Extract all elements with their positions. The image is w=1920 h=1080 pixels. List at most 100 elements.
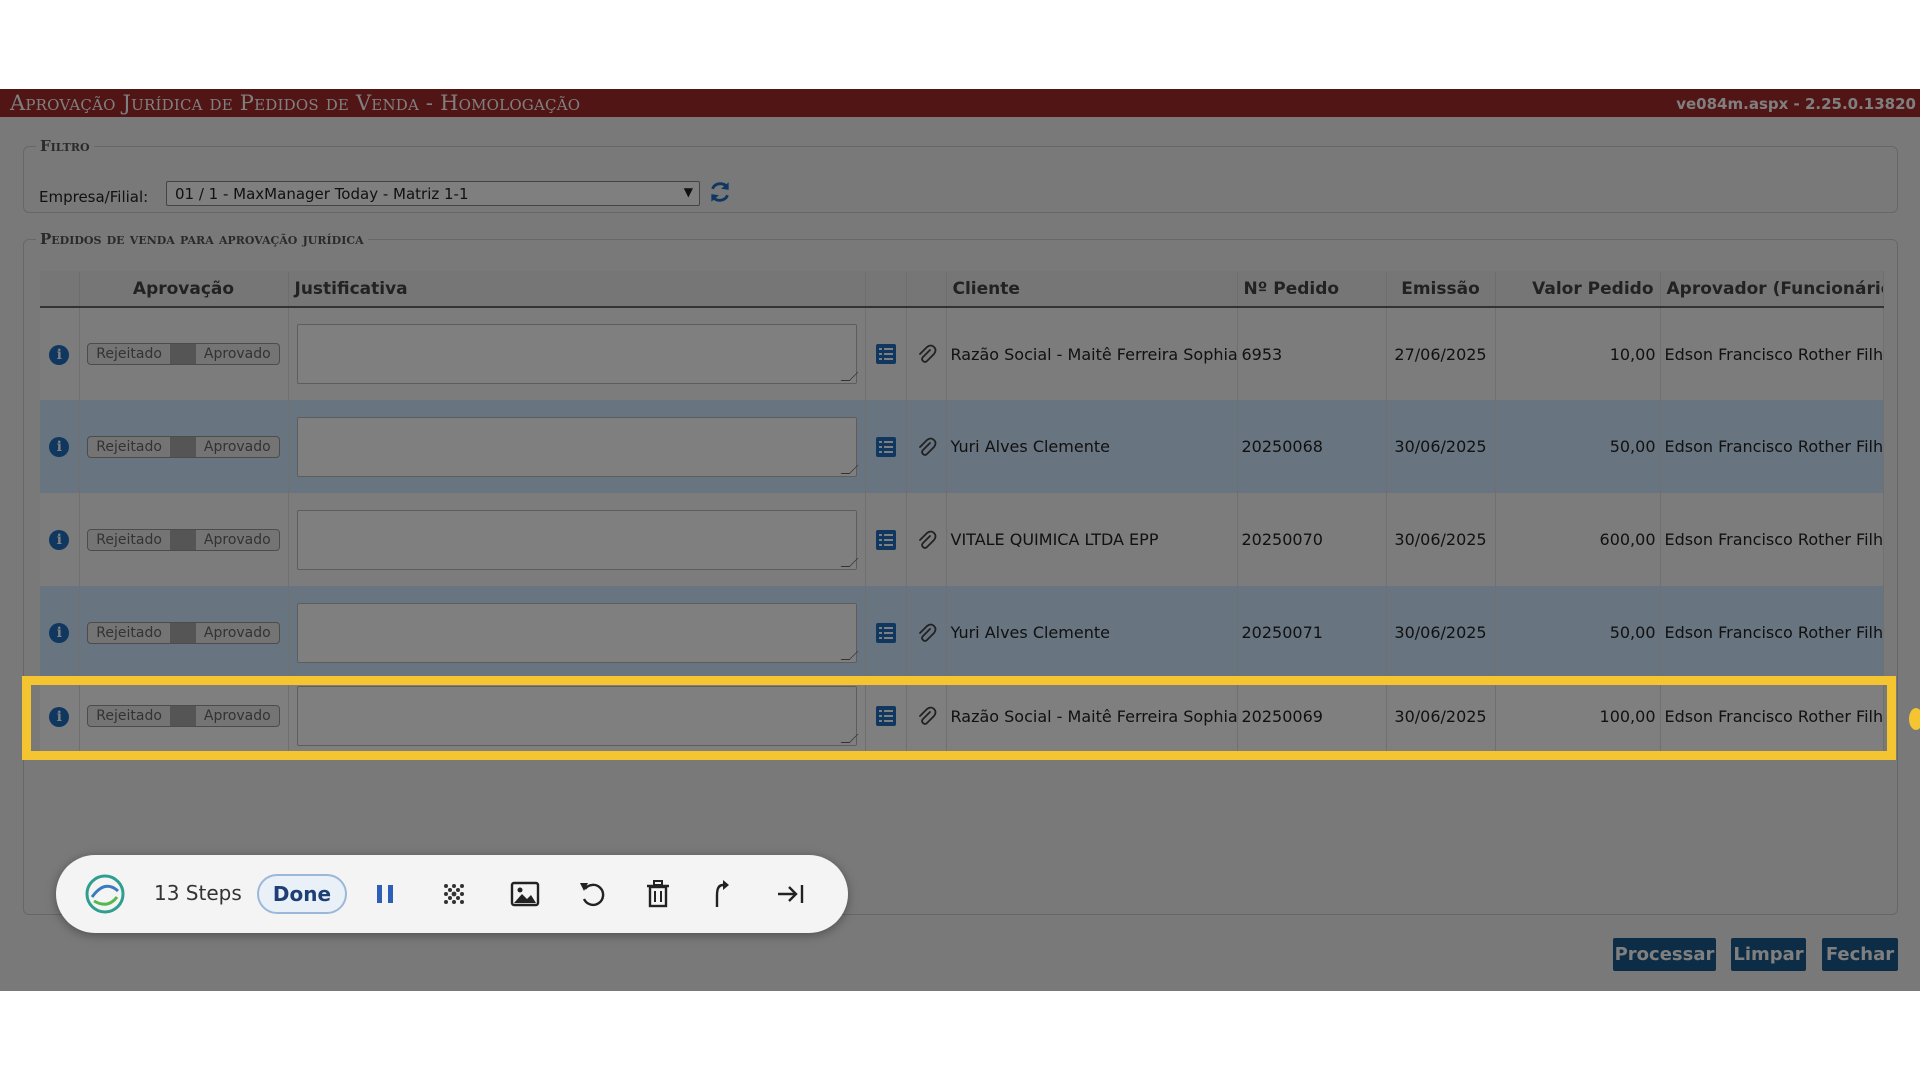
toggle-rejeitado[interactable]: Rejeitado [88, 344, 170, 364]
aprovador-cell: Edson Francisco Rother Filho [1660, 586, 1884, 679]
pedido-cell: 20250070 [1237, 493, 1387, 586]
image-icon[interactable] [508, 877, 542, 911]
emissao-cell: 30/06/2025 [1386, 493, 1496, 586]
attach-cell [906, 307, 947, 400]
aprovador-cell: Edson Francisco Rother Filho [1660, 400, 1884, 493]
justificativa-cell [288, 400, 866, 493]
empresa-select[interactable]: 01 / 1 - MaxManager Today - Matriz 1-1 ▼ [166, 181, 700, 206]
pedido-cell: 6953 [1237, 307, 1387, 400]
emissao-cell: 30/06/2025 [1386, 586, 1496, 679]
col-emissao[interactable]: Emissão [1386, 271, 1496, 308]
attach-cell [906, 493, 947, 586]
info-icon[interactable]: i [49, 344, 70, 365]
toggle-knob[interactable] [169, 622, 196, 643]
attach-cell [906, 400, 947, 493]
aprovacao-cell: Rejeitado Aprovado [79, 400, 289, 493]
col-aprovador[interactable]: Aprovador (Funcionário) [1660, 271, 1884, 308]
cursor-indicator [1909, 708, 1920, 730]
refresh-icon[interactable] [707, 179, 733, 205]
orders-legend: Pedidos de venda para aprovação jurídica [40, 230, 364, 248]
info-icon[interactable]: i [49, 530, 70, 550]
table-row[interactable]: i Rejeitado Aprovado Razão Social - Maitê F… [40, 307, 1884, 400]
approval-toggle[interactable]: Rejeitado Aprovado [87, 528, 280, 551]
col-justificativa[interactable]: Justificativa [288, 271, 866, 308]
table-row[interactable]: i Rejeitado Aprovado Yuri Alves Clemente 202… [40, 400, 1884, 493]
toggle-aprovado[interactable]: Aprovado [196, 437, 279, 457]
toggle-knob[interactable] [169, 529, 196, 550]
toggle-knob[interactable] [169, 344, 196, 364]
approval-toggle[interactable]: Rejeitado Aprovado [87, 621, 280, 644]
orders-panel: Pedidos de venda para aprovação jurídica… [23, 230, 1898, 915]
list-icon[interactable] [875, 436, 897, 457]
justificativa-cell [288, 493, 866, 586]
justificativa-textarea[interactable] [296, 324, 857, 384]
blur-icon[interactable] [437, 877, 471, 911]
toggle-aprovado[interactable]: Aprovado [196, 530, 279, 550]
col-valor[interactable]: Valor Pedido [1495, 271, 1661, 308]
aprovacao-cell: Rejeitado Aprovado [79, 307, 289, 400]
cliente-cell: Razão Social - Maitê Ferreira Sophia [946, 307, 1238, 400]
fechar-button[interactable]: Fechar [1822, 938, 1898, 971]
info-cell: i [40, 400, 80, 493]
undo-icon[interactable] [576, 877, 610, 911]
toggle-rejeitado[interactable]: Rejeitado [88, 623, 170, 643]
toggle-rejeitado[interactable]: Rejeitado [88, 530, 170, 550]
valor-cell: 10,00 [1495, 307, 1661, 400]
limpar-button[interactable]: Limpar [1731, 938, 1806, 971]
paperclip-icon[interactable] [915, 344, 937, 363]
pedido-cell: 20250071 [1237, 586, 1387, 679]
info-icon[interactable]: i [49, 437, 70, 457]
aprovador-cell: Edson Francisco Rother Filho [1660, 493, 1884, 586]
filter-legend: Filtro [40, 137, 90, 155]
paperclip-icon[interactable] [915, 529, 937, 549]
valor-cell: 50,00 [1495, 586, 1661, 679]
list-cell [865, 307, 907, 400]
valor-cell: 600,00 [1495, 493, 1661, 586]
filter-panel: Filtro Empresa/Filial: 01 / 1 - MaxManag… [23, 137, 1898, 213]
share-icon[interactable] [705, 877, 739, 911]
toggle-knob[interactable] [169, 436, 196, 457]
toggle-aprovado[interactable]: Aprovado [196, 344, 279, 364]
col-pedido[interactable]: Nº Pedido [1237, 271, 1387, 308]
info-icon[interactable]: i [49, 623, 70, 643]
justificativa-cell [288, 586, 866, 679]
attach-cell [906, 586, 947, 679]
list-icon[interactable] [875, 529, 897, 550]
paperclip-icon[interactable] [915, 622, 937, 642]
list-cell [865, 400, 907, 493]
justificativa-textarea[interactable] [296, 416, 857, 477]
steps-count: 13 Steps [154, 881, 242, 905]
logo-icon [85, 874, 125, 914]
col-aprovacao[interactable]: Aprovação [79, 271, 289, 308]
emissao-cell: 27/06/2025 [1386, 307, 1496, 400]
toggle-rejeitado[interactable]: Rejeitado [88, 437, 170, 457]
skip-to-end-icon[interactable] [774, 877, 808, 911]
chevron-down-icon: ▼ [683, 185, 693, 199]
table-row[interactable]: i Rejeitado Aprovado VITALE QUIMICA LTDA EP… [40, 493, 1884, 586]
justificativa-textarea[interactable] [296, 509, 857, 570]
pedido-cell: 20250068 [1237, 400, 1387, 493]
justificativa-cell [288, 307, 866, 400]
valor-cell: 50,00 [1495, 400, 1661, 493]
info-cell: i [40, 493, 80, 586]
title-bar: Aprovação Jurídica de Pedidos de Venda -… [0, 89, 1920, 117]
empresa-select-value: 01 / 1 - MaxManager Today - Matriz 1-1 [175, 185, 469, 203]
trash-icon[interactable] [641, 877, 675, 911]
info-cell: i [40, 307, 80, 400]
recorder-toolbar: 13 Steps Done [56, 855, 848, 933]
list-icon[interactable] [875, 344, 897, 364]
col-cliente[interactable]: Cliente [946, 271, 1238, 308]
cliente-cell: Yuri Alves Clemente [946, 586, 1238, 679]
justificativa-textarea[interactable] [296, 602, 857, 663]
list-icon[interactable] [875, 622, 897, 643]
emissao-cell: 30/06/2025 [1386, 400, 1496, 493]
processar-button[interactable]: Processar [1613, 938, 1716, 971]
aprovacao-cell: Rejeitado Aprovado [79, 586, 289, 679]
done-button[interactable]: Done [257, 874, 347, 914]
approval-toggle[interactable]: Rejeitado Aprovado [87, 343, 280, 365]
toggle-aprovado[interactable]: Aprovado [196, 623, 279, 643]
table-row[interactable]: i Rejeitado Aprovado Yuri Alves Clemente 202… [40, 586, 1884, 679]
approval-toggle[interactable]: Rejeitado Aprovado [87, 435, 280, 458]
paperclip-icon[interactable] [915, 436, 937, 456]
pause-icon[interactable] [368, 877, 402, 911]
